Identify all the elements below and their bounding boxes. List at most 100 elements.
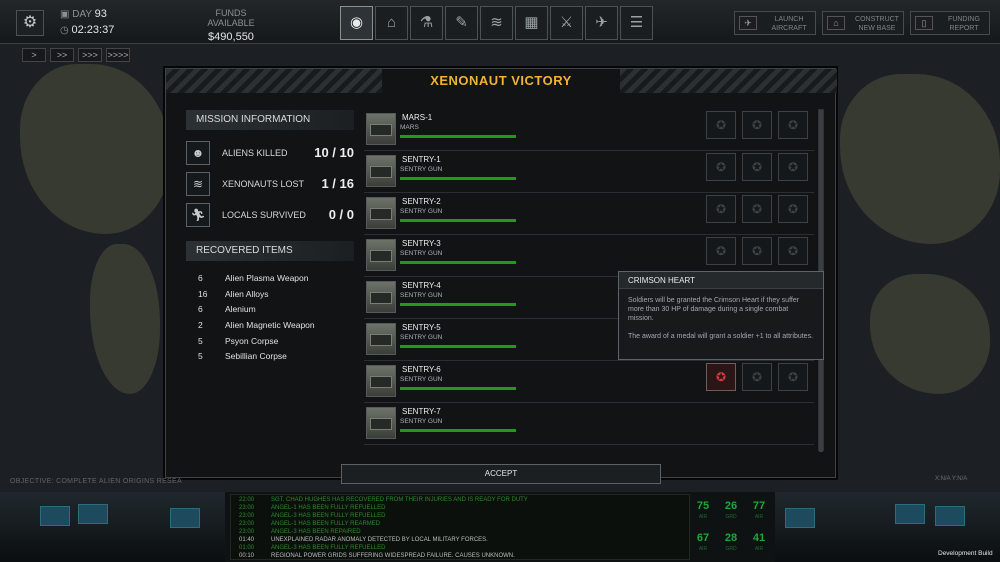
day-display: ▣ DAY 93 ◷ 02:23:37 (60, 8, 114, 36)
log-message: REGIONAL POWER GRIDS SUFFERING WIDESPREA… (271, 553, 515, 559)
recovered-item: 5 Sebillian Corpse (190, 349, 350, 364)
event-log[interactable]: 22:00 SGT. CHAD HUGHES HAS RECOVERED FROM… (230, 494, 690, 560)
medal-icon: ✪ (787, 160, 799, 174)
console-screen (935, 506, 965, 526)
nav-aircraft-button[interactable]: ✈ (585, 6, 618, 40)
medal-slot[interactable]: ✪ (706, 111, 736, 139)
accept-button[interactable]: ACCEPT (341, 464, 661, 484)
medal-slot[interactable]: ✪ (778, 153, 808, 181)
medal-icon: ✪ (787, 244, 799, 258)
health-bar (400, 177, 516, 180)
day-value: 93 (94, 8, 107, 20)
unit-portrait (366, 365, 396, 397)
roster-row[interactable]: SENTRY-6 SENTRY GUN ✪ ✪ ✪ (364, 361, 814, 403)
item-name: Psyon Corpse (225, 336, 279, 346)
main-nav: ◉ ⌂ ⚗ ✎ ≋ ▦ ⚔ ✈ ☰ (340, 6, 653, 40)
unit-portrait (366, 197, 396, 229)
medal-slot[interactable]: ✪ (742, 111, 772, 139)
console-screen (170, 508, 200, 528)
aircraft-icon: ✈ (595, 14, 608, 31)
medal-slot[interactable]: ✪ (706, 195, 736, 223)
medal-slot[interactable]: ✪ (778, 363, 808, 391)
nav-research-button[interactable]: ⚗ (410, 6, 443, 40)
medal-slot[interactable]: ✪ (742, 237, 772, 265)
item-name: Alien Plasma Weapon (225, 273, 309, 283)
medal-slot[interactable]: ✪ (706, 153, 736, 181)
alien-head-icon: ☻ (186, 141, 210, 165)
unit-type: SENTRY GUN (400, 292, 443, 299)
title-hazard-stripe (166, 69, 382, 93)
roster-row[interactable]: SENTRY-1 SENTRY GUN ✪ ✪ ✪ (364, 151, 814, 193)
speed-3-button[interactable]: >>> (78, 48, 102, 62)
health-bar (400, 303, 516, 306)
console-screen (785, 508, 815, 528)
weapons-icon: ⚔ (559, 14, 574, 31)
recovered-item: 6 Alien Plasma Weapon (190, 271, 350, 286)
unit-type: SENTRY GUN (400, 250, 443, 257)
medal-slot[interactable]: ✪ (778, 237, 808, 265)
nav-storage-button[interactable]: ☰ (620, 6, 653, 40)
gauge-value: 77 (752, 500, 766, 512)
report-icon: ▯ (915, 16, 933, 30)
base-icon: ▦ (524, 14, 539, 31)
medal-icon: ✪ (787, 370, 799, 384)
medal-icon: ✪ (787, 118, 799, 132)
health-bar (400, 135, 516, 138)
unit-name: SENTRY-4 (402, 281, 441, 290)
medal-slot[interactable]: ✪ (742, 153, 772, 181)
settings-button[interactable]: ⚙ (16, 10, 44, 36)
gauge-value: 67 (696, 532, 710, 544)
objective-text: OBJECTIVE: COMPLETE ALIEN ORIGINS RESEA (10, 478, 182, 485)
map-landmass (840, 74, 1000, 244)
speed-1-button[interactable]: > (22, 48, 46, 62)
nav-engineering-button[interactable]: ✎ (445, 6, 478, 40)
medal-icon: ✪ (751, 370, 763, 384)
bottom-console: 22:00 SGT. CHAD HUGHES HAS RECOVERED FROM… (0, 492, 1000, 562)
recovered-item: 2 Alien Magnetic Weapon (190, 318, 350, 333)
operator-desk-left (0, 492, 225, 562)
roster-row[interactable]: SENTRY-7 SENTRY GUN (364, 403, 814, 445)
crimson-heart-medal-slot[interactable]: ✪ (706, 363, 736, 391)
unit-type: SENTRY GUN (400, 208, 443, 215)
funding-report-button[interactable]: ▯ FUNDING REPORT (910, 11, 990, 35)
game-time: 02:23:37 (71, 24, 115, 36)
item-qty: 6 (198, 304, 203, 314)
base-icon: ⌂ (827, 16, 845, 30)
aircraft-icon: ✈ (739, 16, 757, 30)
launch-aircraft-label: LAUNCH AIRCRAFT (771, 16, 807, 32)
item-qty: 5 (198, 351, 203, 361)
dialog-title: XENONAUT VICTORY (430, 73, 572, 88)
nav-hangar-button[interactable]: ⌂ (375, 6, 408, 40)
nav-geoscape-button[interactable]: ◉ (340, 6, 373, 40)
medal-slot[interactable]: ✪ (778, 111, 808, 139)
sentry-gun-icon (370, 292, 392, 304)
speed-4-button[interactable]: >>>> (106, 48, 130, 62)
roster-row[interactable]: SENTRY-2 SENTRY GUN ✪ ✪ ✪ (364, 193, 814, 235)
item-name: Alenium (225, 304, 256, 314)
recovered-item: 5 Psyon Corpse (190, 334, 350, 349)
coordinate-readout: X:N/A Y:N/A (935, 476, 968, 482)
medal-slot[interactable]: ✪ (706, 237, 736, 265)
gear-icon: ⚙ (22, 14, 38, 31)
roster-row[interactable]: MARS-1 MARS ✪ ✪ ✪ (364, 109, 814, 151)
gauge-value: 26 (724, 500, 738, 512)
launch-aircraft-button[interactable]: ✈ LAUNCH AIRCRAFT (734, 11, 816, 35)
construct-base-button[interactable]: ⌂ CONSTRUCT NEW BASE (822, 11, 904, 35)
vehicle-icon (370, 124, 392, 136)
medal-slot[interactable]: ✪ (778, 195, 808, 223)
item-name: Alien Alloys (225, 289, 269, 299)
stat-label: ALIENS KILLED (222, 148, 288, 158)
funds-display: FUNDS AVAILABLE $490,550 (196, 8, 266, 43)
medal-slot[interactable]: ✪ (742, 363, 772, 391)
nav-soldiers-button[interactable]: ≋ (480, 6, 513, 40)
medal-slot[interactable]: ✪ (742, 195, 772, 223)
rank-chevron-icon: ≋ (186, 172, 210, 196)
nav-base-button[interactable]: ▦ (515, 6, 548, 40)
construct-base-label: CONSTRUCT NEW BASE (855, 16, 899, 32)
storage-icon: ☰ (629, 14, 644, 31)
nav-weapons-button[interactable]: ⚔ (550, 6, 583, 40)
speed-2-button[interactable]: >> (50, 48, 74, 62)
sentry-gun-icon (370, 166, 392, 178)
running-person-icon: 🏃︎ (186, 203, 210, 227)
clock-icon: ◷ (60, 25, 69, 36)
